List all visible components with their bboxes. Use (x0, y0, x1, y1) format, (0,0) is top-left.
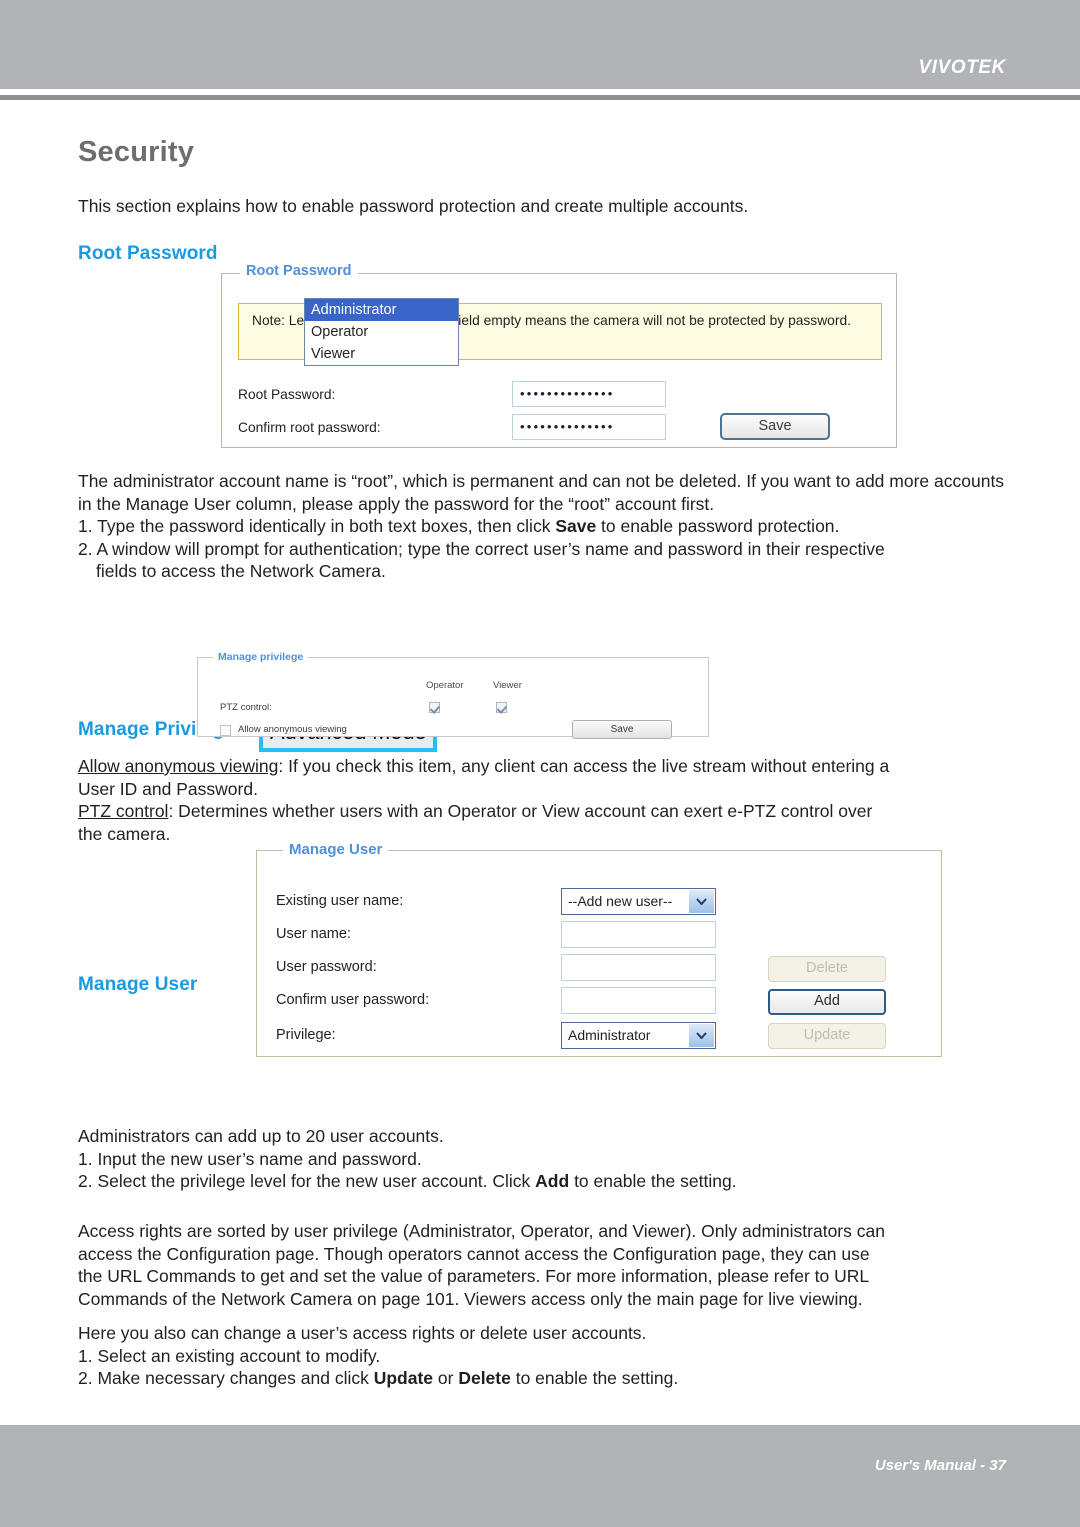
manage-privilege-panel-legend: Manage privilege (213, 651, 309, 663)
header-divider-rule (0, 95, 1080, 100)
access-rights-line-1: Access rights are sorted by user privile… (78, 1221, 885, 1241)
ptz-viewer-checkbox[interactable] (496, 702, 507, 713)
root-password-input[interactable]: •••••••••••••• (512, 381, 666, 407)
privilege-option-administrator[interactable]: Administrator (305, 299, 458, 321)
ptz-control-desc: : Determines whether users with an Opera… (168, 801, 873, 821)
access-rights-paragraph: Access rights are sorted by user privile… (78, 1220, 1008, 1310)
manage-privilege-save-button[interactable]: Save (572, 720, 672, 739)
change-rights-step-2-mid: or (433, 1368, 459, 1388)
root-password-step-1-post: to enable password protection. (596, 516, 840, 536)
confirm-root-password-label: Confirm root password: (238, 420, 381, 435)
change-rights-step-2-bold-delete: Delete (458, 1368, 511, 1388)
privilege-option-operator[interactable]: Operator (305, 321, 458, 343)
ptz-control-label: PTZ control: (220, 702, 272, 713)
existing-user-name-select[interactable]: --Add new user-- (561, 888, 716, 915)
root-password-step-2: 2. A window will prompt for authenticati… (78, 538, 885, 559)
user-password-input[interactable] (561, 954, 716, 981)
intro-paragraph: This section explains how to enable pass… (78, 196, 749, 216)
root-password-panel-legend: Root Password (240, 263, 358, 279)
change-rights-step-2-bold-update: Update (373, 1368, 434, 1388)
manage-user-step-2-pre: 2. Select the privilege level for the ne… (78, 1171, 536, 1191)
access-rights-line-3: the URL Commands to get and set the valu… (78, 1266, 870, 1286)
privilege-dropdown-list[interactable]: Administrator Operator Viewer (304, 298, 459, 366)
manage-user-desc-line-1: Administrators can add up to 20 user acc… (78, 1126, 444, 1146)
access-rights-line-4: Commands of the Network Camera on page 1… (78, 1288, 863, 1309)
column-header-viewer: Viewer (493, 680, 522, 691)
user-password-label: User password: (276, 959, 377, 975)
change-rights-line-1: Here you also can change a user’s access… (78, 1323, 647, 1343)
manage-user-step-2-bold: Add (535, 1171, 570, 1191)
root-password-desc-line-1: The administrator account name is “root”… (78, 471, 1005, 514)
page-footer-band: User's Manual - 37 (0, 1425, 1080, 1527)
existing-user-name-label: Existing user name: (276, 893, 404, 909)
access-rights-line-2: access the Configuration page. Though op… (78, 1243, 870, 1264)
root-password-save-button[interactable]: Save (720, 413, 830, 440)
change-rights-step-2-post: to enable the setting. (510, 1368, 679, 1388)
change-rights-step-1: 1. Select an existing account to modify. (78, 1345, 381, 1366)
manage-user-panel-legend: Manage User (283, 841, 389, 858)
manage-privilege-description: Allow anonymous viewing: If you check th… (78, 755, 1008, 845)
root-password-step-2-cont: fields to access the Network Camera. (96, 561, 386, 581)
page-header-band: VIVOTEK (0, 0, 1080, 89)
chevron-down-icon (689, 890, 714, 913)
root-password-label: Root Password: (238, 387, 336, 402)
confirm-user-password-label: Confirm user password: (276, 992, 430, 1008)
update-user-button[interactable]: Update (768, 1023, 886, 1049)
confirm-root-password-input[interactable]: •••••••••••••• (512, 414, 666, 440)
manage-user-description: Administrators can add up to 20 user acc… (78, 1125, 1008, 1193)
footer-page-label: User's Manual - 37 (874, 1457, 1006, 1474)
allow-anonymous-term: Allow anonymous viewing (78, 756, 279, 776)
change-rights-step-2-pre: 2. Make necessary changes and click (78, 1368, 374, 1388)
user-name-input[interactable] (561, 921, 716, 948)
page-title: Security (78, 136, 195, 168)
vivotek-logo: VIVOTEK (918, 57, 1006, 78)
ptz-control-term: PTZ control (78, 801, 169, 821)
allow-anonymous-desc: : If you check this item, any client can… (278, 756, 890, 776)
root-password-step-1-bold: Save (555, 516, 597, 536)
confirm-user-password-input[interactable] (561, 987, 716, 1014)
allow-anonymous-viewing-label: Allow anonymous viewing (238, 724, 347, 735)
ptz-control-desc-cont: the camera. (78, 823, 171, 844)
chevron-down-icon (689, 1024, 714, 1047)
add-user-button[interactable]: Add (768, 989, 886, 1015)
privilege-select[interactable]: Administrator (561, 1022, 716, 1049)
column-header-operator: Operator (426, 680, 464, 691)
user-name-label: User name: (276, 926, 351, 942)
ptz-operator-checkbox[interactable] (429, 702, 440, 713)
root-password-step-1-pre: 1. Type the password identically in both… (78, 516, 556, 536)
allow-anonymous-desc-cont: User ID and Password. (78, 778, 258, 799)
manage-user-panel: Manage User Existing user name: User nam… (256, 841, 942, 1057)
change-rights-paragraph: Here you also can change a user’s access… (78, 1322, 1008, 1390)
privilege-option-viewer[interactable]: Viewer (305, 343, 458, 365)
privilege-label: Privilege: (276, 1027, 336, 1043)
section-heading-root-password: Root Password (78, 243, 218, 264)
manage-user-step-2-post: to enable the setting. (569, 1171, 737, 1191)
manage-privilege-panel: Manage privilege Operator Viewer PTZ con… (197, 651, 709, 739)
section-heading-manage-user: Manage User (78, 974, 198, 995)
allow-anonymous-viewing-checkbox[interactable] (220, 725, 231, 736)
manage-user-step-1: 1. Input the new user’s name and passwor… (78, 1148, 422, 1169)
root-password-description: The administrator account name is “root”… (78, 470, 1008, 583)
delete-user-button[interactable]: Delete (768, 956, 886, 982)
